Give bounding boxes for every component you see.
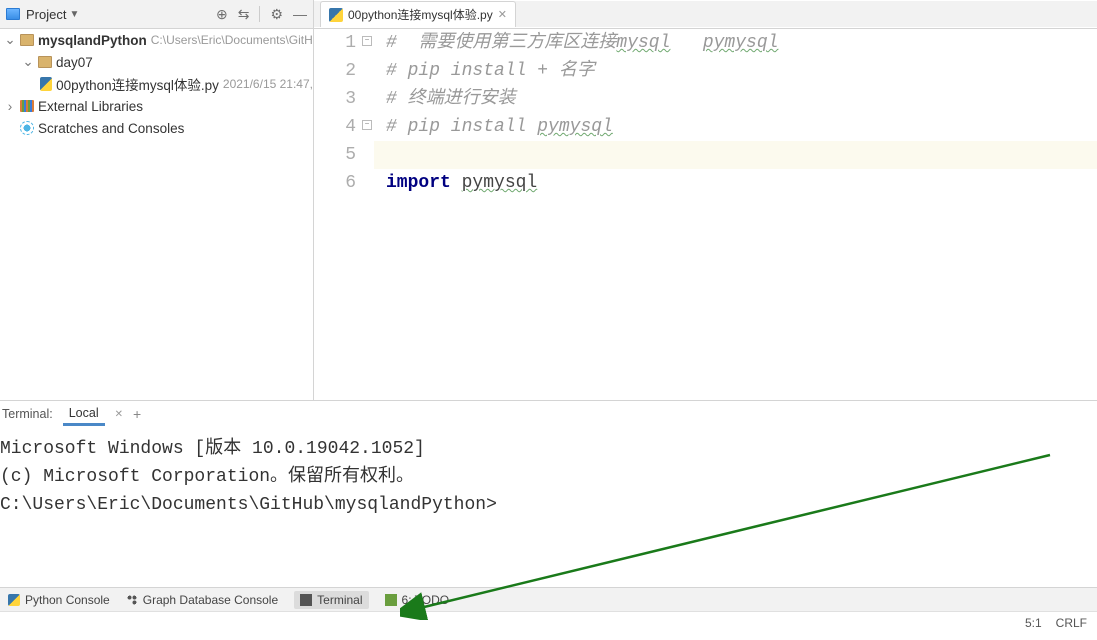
editor-tab-bar: 00python连接mysql体验.py ✕ [314,1,1097,27]
line-number: 5 [345,145,356,165]
todo-button[interactable]: 6: TODO [385,593,450,607]
line-number: 4 [345,117,356,137]
code-text: pymysql [703,33,779,53]
bb-label: 6: TODO [402,593,450,607]
code-text: # 终端进行安装 [386,89,516,109]
hide-icon[interactable]: — [293,6,307,22]
python-console-button[interactable]: Python Console [8,593,110,607]
line-ending[interactable]: CRLF [1056,616,1087,630]
line-number: 2 [345,61,356,81]
terminal-add-tab[interactable]: + [133,406,141,422]
project-label[interactable]: Project [26,7,66,22]
code-text: pymysql [462,173,538,193]
editor-tab[interactable]: 00python连接mysql体验.py ✕ [320,1,516,27]
fold-icon[interactable]: − [362,36,372,46]
code-text: # pip install [386,117,537,137]
python-file-icon [40,77,52,91]
code-editor[interactable]: 1− # 需要使用第三方库区连接mysql pymysql 2 # pip in… [314,29,1097,400]
terminal-line: Microsoft Windows [版本 10.0.19042.1052] [0,435,1097,463]
bottom-toolbar: Python Console Graph Database Console Te… [0,587,1097,611]
status-bar: 5:1 CRLF [0,611,1097,633]
bb-label: Terminal [317,593,362,607]
scratches-icon [20,121,34,135]
project-toolbar: Project ▼ ⊕ ⇆ ⚙ — [0,0,314,28]
terminal-line: (c) Microsoft Corporation。保留所有权利。 [0,463,1097,491]
graph-icon [126,594,138,606]
caret-line[interactable] [374,141,386,169]
code-text: # 需要使用第三方库区连接 [386,33,616,53]
tree-file-meta: 2021/6/15 21:47, [223,77,313,91]
caret-position[interactable]: 5:1 [1025,616,1042,630]
tree-scratches[interactable]: Scratches and Consoles [0,117,313,139]
folder-icon [38,56,52,68]
tree-ext-libraries[interactable]: › External Libraries [0,95,313,117]
code-text: # pip install + 名字 [386,61,595,81]
collapse-icon[interactable]: ⇆ [238,6,250,23]
tree-file-name: 00python连接mysql体验.py [56,74,219,94]
code-text: mysql [616,33,670,53]
libraries-icon [20,100,34,112]
tree-file[interactable]: 00python连接mysql体验.py 2021/6/15 21:47, [0,73,313,95]
tree-scratch-label: Scratches and Consoles [38,121,184,136]
tree-ext-lib-label: External Libraries [38,99,143,114]
editor-tab-label: 00python连接mysql体验.py [348,6,493,23]
close-icon[interactable]: ✕ [498,8,507,21]
python-console-icon [8,594,20,606]
terminal-prompt[interactable]: C:\Users\Eric\Documents\GitHub\mysqlandP… [0,491,1097,519]
bb-label: Graph Database Console [143,593,278,607]
bb-label: Python Console [25,593,110,607]
gear-icon[interactable]: ⚙ [270,6,283,23]
tree-root-name: mysqlandPython [38,33,147,48]
code-text [670,33,702,53]
line-number: 1 [345,33,356,53]
chevron-down-icon[interactable]: ▼ [69,9,79,20]
tree-folder[interactable]: ⌄ day07 [0,51,313,73]
terminal-output[interactable]: Microsoft Windows [版本 10.0.19042.1052] (… [0,427,1097,587]
code-text: pymysql [537,117,613,137]
terminal-panel: Terminal: Local ✕ + Microsoft Windows [版… [0,400,1097,587]
line-number: 6 [345,173,356,193]
graph-console-button[interactable]: Graph Database Console [126,593,278,607]
terminal-tab[interactable]: Local [63,403,105,426]
tree-root-path: C:\Users\Eric\Documents\GitH [151,33,313,47]
locate-icon[interactable]: ⊕ [216,6,228,23]
python-file-icon [329,8,343,22]
project-tree[interactable]: ⌄ mysqlandPython C:\Users\Eric\Documents… [0,29,314,400]
terminal-title: Terminal: [2,407,53,421]
terminal-icon [300,594,312,606]
terminal-button[interactable]: Terminal [294,591,368,609]
folder-icon [20,34,34,46]
fold-icon[interactable]: − [362,120,372,130]
tree-root[interactable]: ⌄ mysqlandPython C:\Users\Eric\Documents… [0,29,313,51]
code-text [451,173,462,193]
todo-icon [385,594,397,606]
divider [259,6,260,22]
tree-folder-name: day07 [56,55,93,70]
line-number: 3 [345,89,356,109]
code-keyword: import [386,173,451,193]
project-icon [6,8,20,20]
